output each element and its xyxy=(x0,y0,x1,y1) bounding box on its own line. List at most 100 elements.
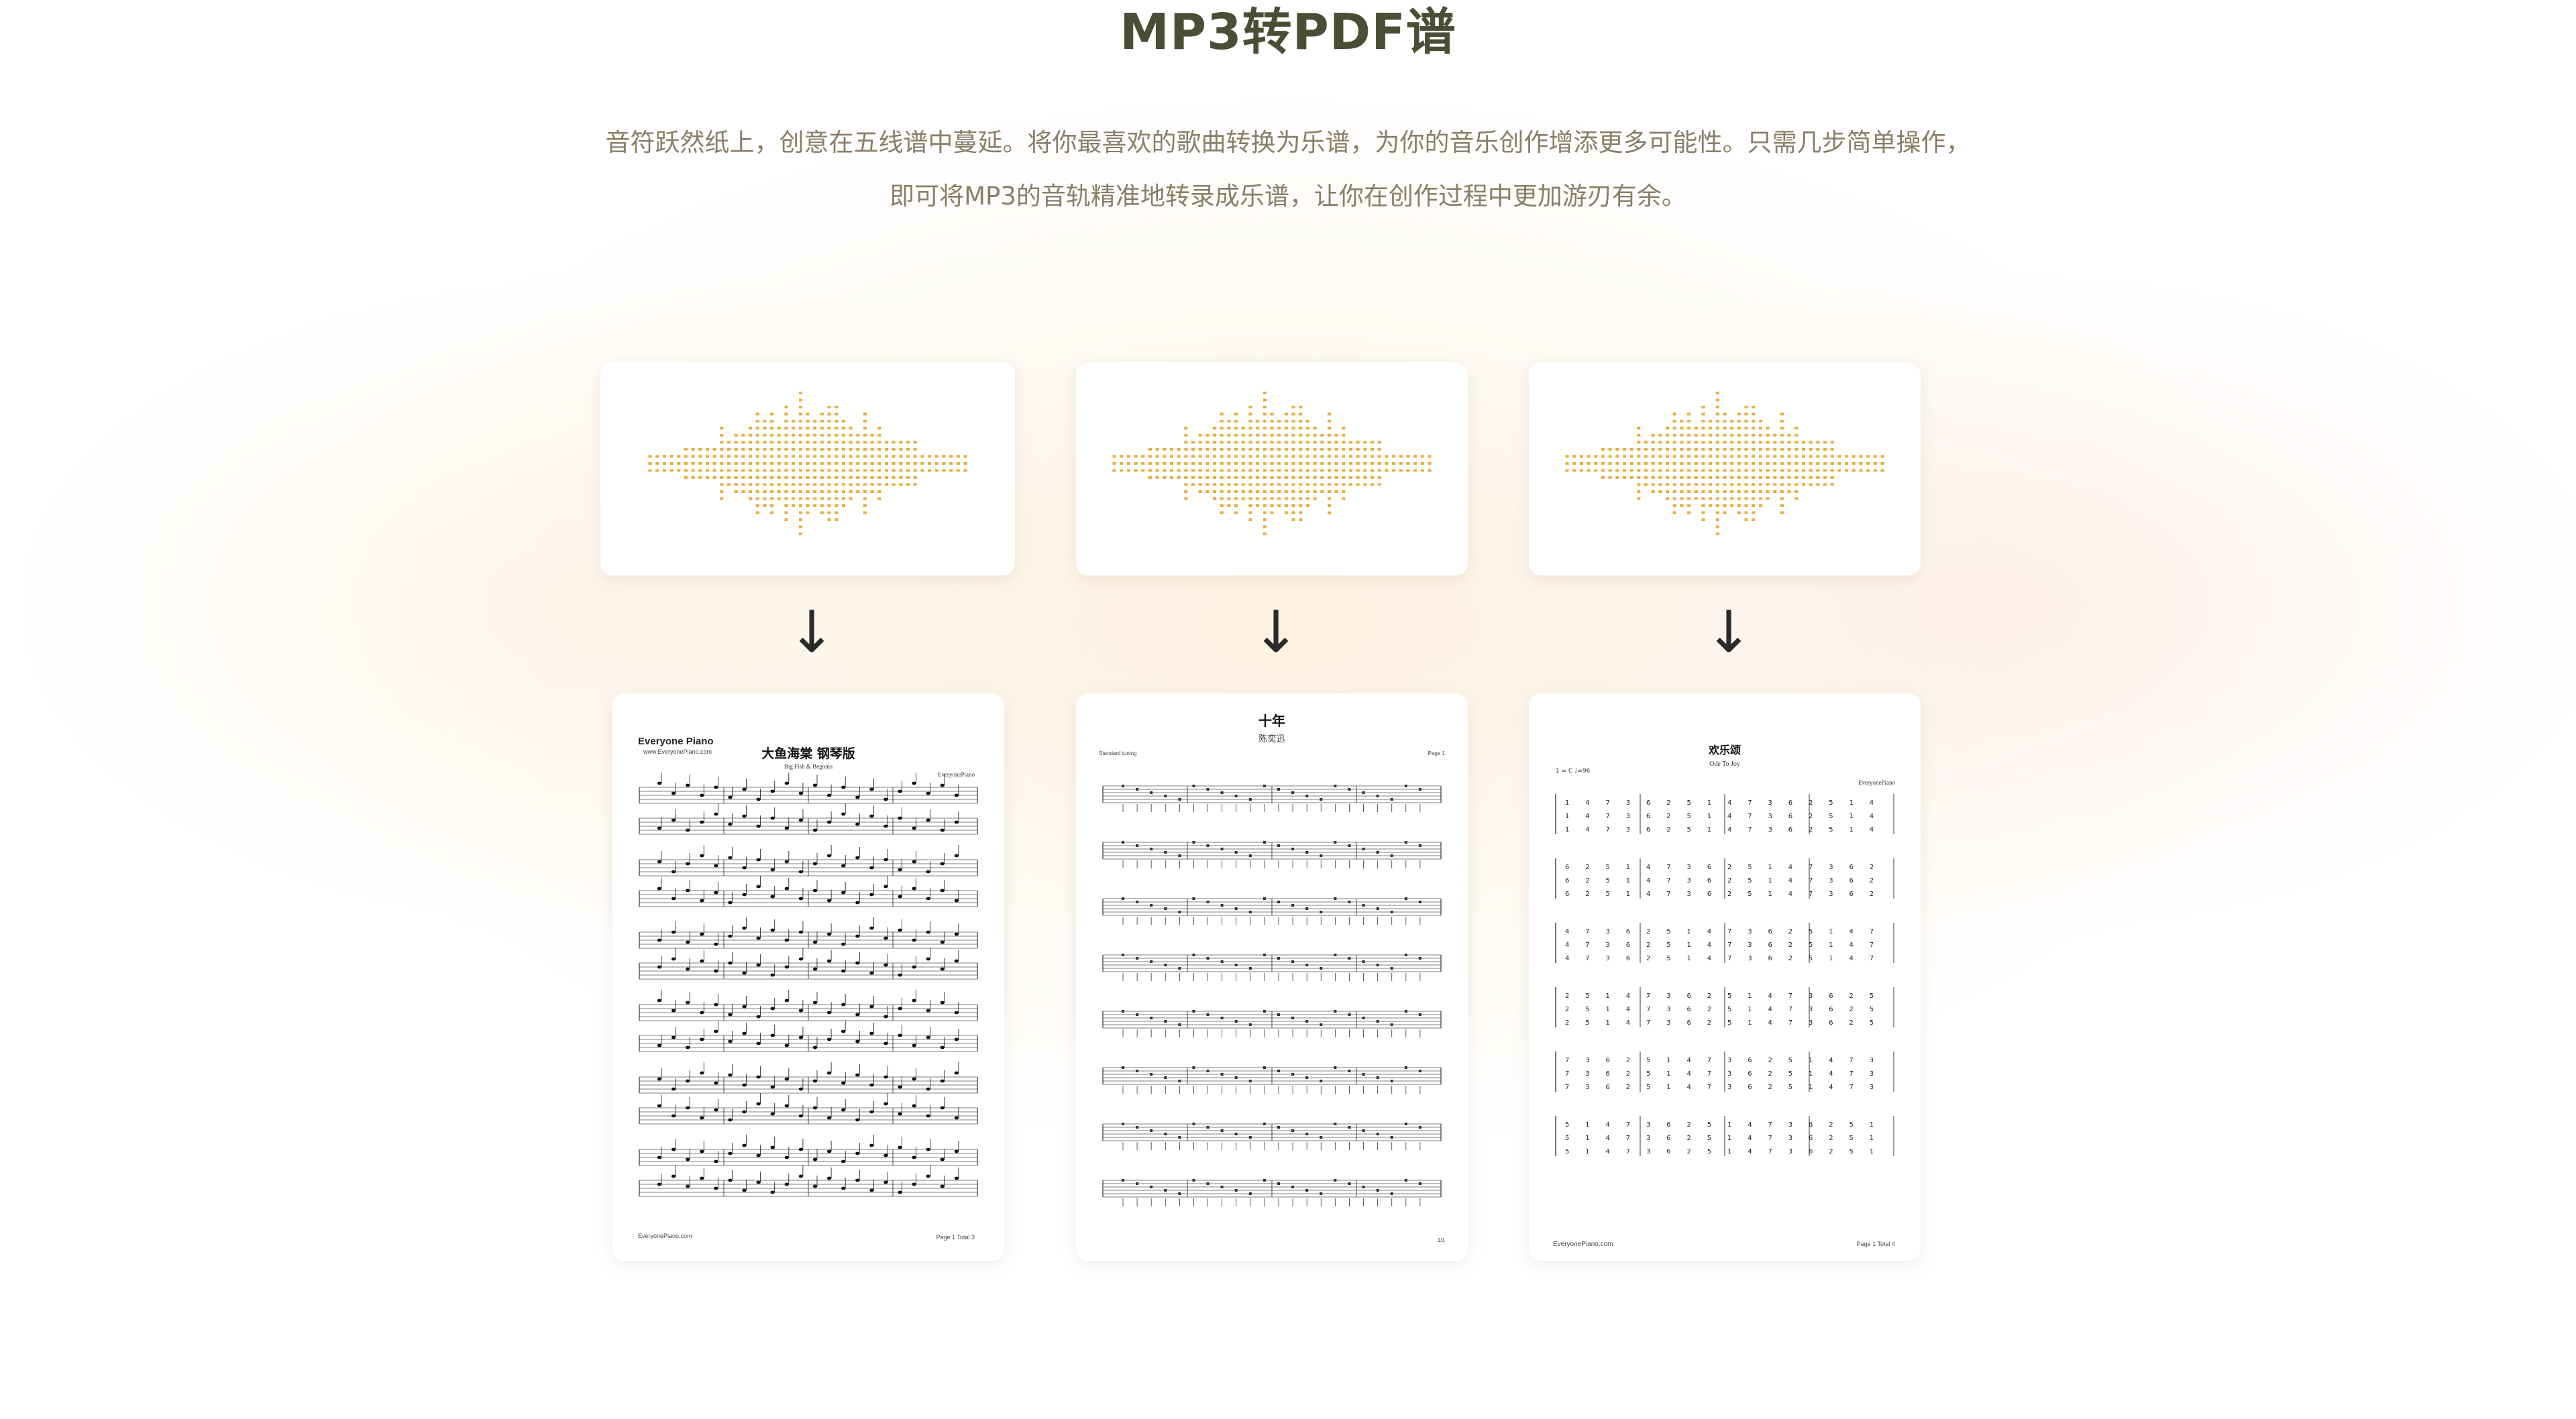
waveform-dot xyxy=(1766,497,1770,500)
waveform-dot xyxy=(1120,469,1124,472)
note-head xyxy=(685,1079,690,1083)
waveform-dot xyxy=(1629,462,1633,465)
waveform-dot xyxy=(1709,490,1713,493)
note-head xyxy=(869,1110,874,1114)
waveform-dot xyxy=(1371,469,1375,472)
waveform-dot xyxy=(820,462,824,465)
waveform-dot xyxy=(806,469,810,472)
waveform-dot xyxy=(1263,412,1267,416)
note-digit: 1 xyxy=(1707,799,1711,807)
waveform-dot xyxy=(1406,462,1410,465)
note-digit: 5 xyxy=(1748,864,1752,871)
note-digit: 7 xyxy=(1870,942,1874,949)
waveform-dot xyxy=(798,406,802,408)
note-head xyxy=(841,1108,846,1112)
waveform-dot xyxy=(1687,420,1691,422)
note-head xyxy=(784,1155,790,1159)
waveform-dot xyxy=(763,455,767,458)
note-head xyxy=(841,1186,846,1190)
waveform-dot xyxy=(1148,448,1152,451)
waveform-dot xyxy=(863,497,867,500)
waveform-dot xyxy=(1787,434,1791,437)
waveform-dot xyxy=(1723,455,1727,458)
note-digit: 2 xyxy=(1788,928,1792,935)
waveform-dot xyxy=(727,469,731,472)
waveform-dot xyxy=(1198,455,1202,458)
note-head xyxy=(841,1159,846,1163)
note-head xyxy=(714,1003,718,1007)
waveform-dot xyxy=(1859,462,1863,465)
waveform-dot xyxy=(1615,476,1619,479)
waveform-dot xyxy=(870,476,874,479)
note-digit: 5 xyxy=(1565,1135,1569,1142)
waveform-dot xyxy=(1277,448,1281,451)
waveform-dot xyxy=(1794,469,1799,472)
waveform-dot xyxy=(784,504,788,507)
note-head xyxy=(700,959,704,963)
waveform-dot xyxy=(1248,448,1252,451)
waveform-dot xyxy=(662,455,666,458)
note-head xyxy=(826,1176,832,1180)
waveform-dot xyxy=(956,469,960,472)
waveform-dot xyxy=(1845,455,1849,458)
waveform-dot xyxy=(798,525,802,528)
note-digit: 5 xyxy=(1666,955,1670,962)
waveform-dot xyxy=(720,497,724,500)
waveform-dot xyxy=(777,441,781,444)
note-digit: 2 xyxy=(1768,1057,1772,1064)
waveform-dot xyxy=(1263,455,1267,458)
note-head xyxy=(912,826,916,830)
note-head xyxy=(841,1003,846,1007)
waveform-dot xyxy=(827,483,831,486)
waveform-dot xyxy=(1371,455,1375,458)
waveform-dot xyxy=(1780,441,1784,444)
waveform-dot xyxy=(849,455,853,458)
note-digit: 3 xyxy=(1768,826,1772,834)
waveform-dot xyxy=(1169,448,1173,451)
waveform-dot xyxy=(705,469,709,472)
note-digit: 4 xyxy=(1788,891,1792,898)
waveform-dot xyxy=(806,448,810,451)
waveform-dot xyxy=(1780,476,1784,479)
note-head xyxy=(784,887,790,891)
waveform-dot xyxy=(1299,511,1303,514)
waveform-dot xyxy=(1327,483,1331,486)
note-head xyxy=(671,897,676,901)
note-digit: 4 xyxy=(1565,928,1569,935)
note-digit: 5 xyxy=(1666,942,1670,949)
note-digit: 1 xyxy=(1829,928,1833,935)
waveform-dot xyxy=(1709,434,1713,437)
note-digit: 5 xyxy=(1849,1148,1854,1155)
note-head xyxy=(657,826,662,830)
note-digit: 1 xyxy=(1768,864,1772,871)
waveform-dot xyxy=(1234,412,1238,416)
waveform-dot xyxy=(1248,511,1252,514)
waveform-dot xyxy=(841,504,845,507)
waveform-dot xyxy=(1715,525,1719,528)
waveform-dot xyxy=(1766,490,1770,493)
waveform-dot xyxy=(1263,476,1267,479)
waveform-dot xyxy=(813,455,817,458)
note-digit: 4 xyxy=(1707,942,1711,949)
note-digit: 1 xyxy=(1829,955,1833,962)
waveform-dot xyxy=(1723,441,1727,444)
waveform-dot xyxy=(1313,483,1317,486)
note-head xyxy=(700,1037,704,1041)
waveform-dot xyxy=(1191,469,1195,472)
note-digit: 3 xyxy=(1585,1084,1589,1091)
note-head xyxy=(912,965,916,969)
note-head xyxy=(770,1145,775,1149)
waveform-dot xyxy=(863,448,867,451)
waveform-dot xyxy=(1248,412,1252,416)
note-digit: 4 xyxy=(1585,799,1589,807)
waveform-dot xyxy=(1802,483,1805,486)
waveform-dot xyxy=(1666,455,1670,458)
waveform-dot xyxy=(885,476,888,479)
waveform-dot xyxy=(1177,462,1181,465)
note-digit: 5 xyxy=(1646,1070,1650,1078)
waveform-dot xyxy=(1723,412,1727,416)
waveform-dot xyxy=(1880,469,1884,472)
waveform-dot xyxy=(1752,420,1756,422)
waveform-dot xyxy=(1234,469,1238,472)
waveform-dot xyxy=(856,483,860,486)
